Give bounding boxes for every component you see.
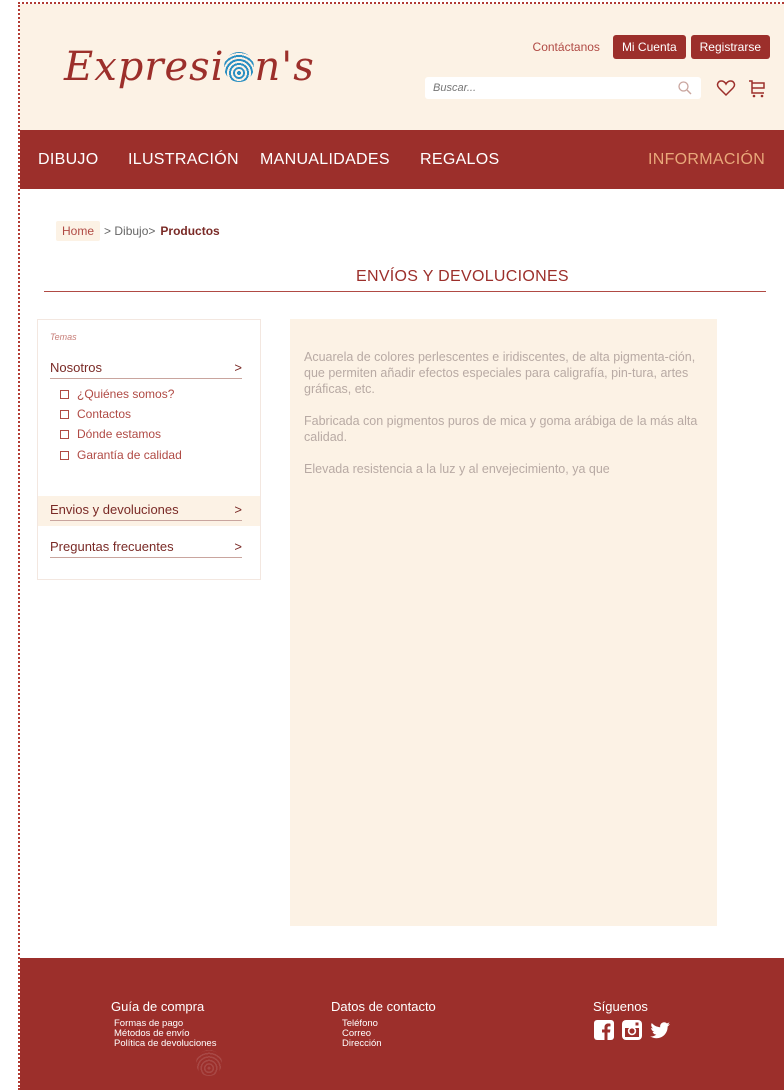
fingerprint-watermark-icon bbox=[196, 1050, 222, 1076]
sidebar-subitem-contactos[interactable]: Contactos bbox=[60, 407, 131, 421]
nav-item-informacion[interactable]: INFORMACIÓN bbox=[648, 151, 765, 169]
search-input[interactable] bbox=[433, 82, 677, 94]
title-divider bbox=[44, 291, 766, 292]
footer-contact-title: Datos de contacto bbox=[331, 999, 436, 1014]
footer-guide: Guía de compra Formas de pago Métodos de… bbox=[111, 999, 216, 1049]
content-paragraph: Acuarela de colores perlescentes e iridi… bbox=[304, 350, 696, 396]
subitem-label: Contactos bbox=[77, 407, 132, 421]
account-links: Contáctanos Mi Cuenta Registrarse bbox=[533, 35, 770, 59]
nav-item-dibujo[interactable]: DIBUJO bbox=[38, 151, 98, 169]
sidebar-section-preguntas[interactable]: Preguntas frecuentes > bbox=[50, 539, 242, 558]
checkbox-icon bbox=[60, 409, 69, 419]
fingerprint-icon bbox=[224, 52, 255, 82]
content-panel: Acuarela de colores perlescentes e iridi… bbox=[290, 319, 717, 926]
sidebar-section-envios[interactable]: Envios y devoluciones > bbox=[50, 502, 242, 521]
brand-logo[interactable]: Expresi n's bbox=[64, 44, 315, 90]
subitem-label: ¿Quiénes somos? bbox=[77, 387, 175, 401]
logo-text-left: Expresi bbox=[64, 44, 225, 90]
topics-sidebar: Temas Nosotros > ¿Quiénes somos? Contact… bbox=[37, 319, 261, 580]
nav-item-regalos[interactable]: REGALOS bbox=[420, 151, 499, 169]
social-icons bbox=[593, 1019, 671, 1041]
chevron-right-icon: > bbox=[234, 539, 242, 554]
content-paragraph: Elevada resistencia a la luz y al enveje… bbox=[304, 462, 610, 476]
sidebar-section-nosotros[interactable]: Nosotros > bbox=[50, 360, 242, 379]
checkbox-icon bbox=[60, 450, 69, 460]
footer-social-title: Síguenos bbox=[593, 999, 648, 1014]
heart-icon[interactable] bbox=[716, 78, 736, 98]
section-label: Envios y devoluciones bbox=[50, 502, 179, 517]
chevron-right-icon: > bbox=[234, 502, 242, 517]
nav-item-ilustracion[interactable]: ILUSTRACIÓN bbox=[128, 151, 239, 169]
search-icon[interactable] bbox=[677, 80, 693, 96]
twitter-icon[interactable] bbox=[649, 1019, 671, 1041]
section-label: Nosotros bbox=[50, 360, 103, 375]
footer-social: Síguenos bbox=[593, 999, 671, 1041]
breadcrumb-current: Productos bbox=[160, 224, 220, 238]
subitem-label: Garantía de calidad bbox=[77, 448, 182, 462]
facebook-icon[interactable] bbox=[593, 1019, 615, 1041]
footer-link-returns[interactable]: Política de devoluciones bbox=[111, 1039, 216, 1049]
site-footer: Guía de compra Formas de pago Métodos de… bbox=[20, 958, 784, 1090]
footer-link-address[interactable]: Dirección bbox=[331, 1039, 436, 1049]
breadcrumb-home[interactable]: Home bbox=[56, 221, 101, 241]
cart-icon[interactable] bbox=[747, 78, 767, 98]
section-label: Preguntas frecuentes bbox=[50, 539, 174, 554]
content-paragraph: Fabricada con pigmentos puros de mica y … bbox=[304, 414, 698, 444]
search-bar bbox=[425, 77, 701, 99]
checkbox-icon bbox=[60, 389, 69, 399]
breadcrumb-dibujo[interactable]: > Dibujo> bbox=[104, 224, 155, 238]
sidebar-caption: Temas bbox=[50, 332, 77, 342]
site-header: Expresi n's Contáctanos Mi Cuenta Registr… bbox=[20, 4, 784, 130]
contact-link[interactable]: Contáctanos bbox=[533, 40, 600, 54]
subitem-label: Dónde estamos bbox=[77, 427, 162, 441]
nav-item-manualidades[interactable]: MANUALIDADES bbox=[260, 151, 390, 169]
sidebar-subitem-garantia[interactable]: Garantía de calidad bbox=[60, 448, 182, 462]
checkbox-icon bbox=[60, 429, 69, 439]
my-account-button[interactable]: Mi Cuenta bbox=[612, 35, 686, 59]
breadcrumb: Home > Dibujo> Productos bbox=[56, 221, 220, 241]
sidebar-subitem-donde[interactable]: Dónde estamos bbox=[60, 427, 161, 441]
instagram-icon[interactable] bbox=[621, 1019, 643, 1041]
logo-text-right: n's bbox=[254, 44, 315, 90]
page-title: ENVÍOS Y DEVOLUCIONES bbox=[356, 268, 569, 285]
main-nav: DIBUJO ILUSTRACIÓN MANUALIDADES REGALOS … bbox=[20, 130, 784, 189]
register-button[interactable]: Registrarse bbox=[690, 35, 770, 59]
sidebar-subitem-quienes[interactable]: ¿Quiénes somos? bbox=[60, 387, 174, 401]
footer-contact: Datos de contacto Teléfono Correo Direcc… bbox=[331, 999, 436, 1049]
chevron-right-icon: > bbox=[234, 360, 242, 375]
footer-guide-title: Guía de compra bbox=[111, 999, 205, 1014]
